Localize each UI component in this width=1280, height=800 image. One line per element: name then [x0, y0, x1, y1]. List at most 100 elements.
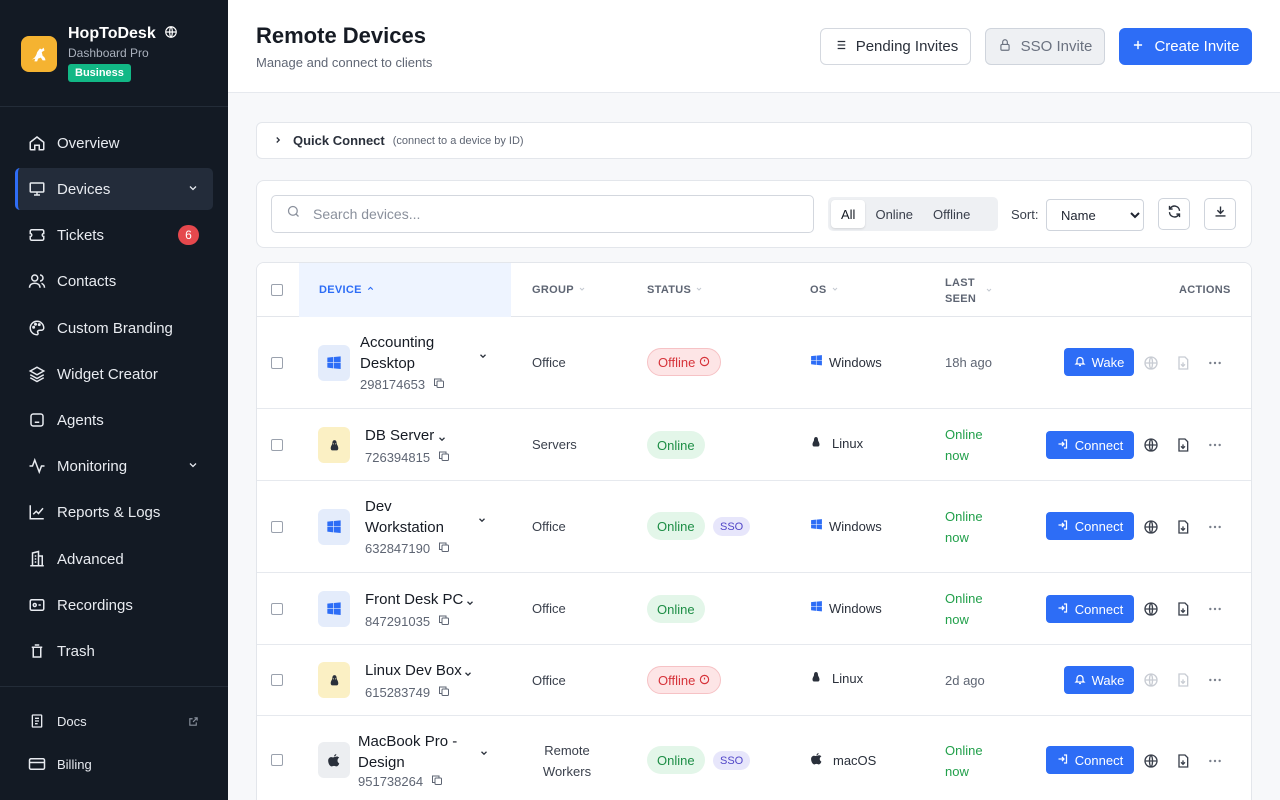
globe-icon[interactable] — [164, 25, 178, 44]
file-transfer-icon[interactable] — [1174, 600, 1192, 618]
create-invite-button[interactable]: Create Invite — [1119, 28, 1252, 65]
web-access-icon[interactable] — [1142, 436, 1160, 454]
row-checkbox[interactable] — [271, 357, 283, 369]
sidebar-item-reports-logs[interactable]: Reports & Logs — [15, 491, 213, 533]
web-access-icon[interactable] — [1142, 518, 1160, 536]
quick-connect-title: Quick Connect — [293, 133, 385, 148]
search-input[interactable] — [313, 206, 793, 222]
quick-connect-toggle[interactable]: Quick Connect (connect to a device by ID… — [256, 122, 1252, 159]
windows-icon — [318, 509, 350, 545]
connect-button[interactable]: Connect — [1046, 512, 1134, 540]
table-row[interactable]: Front Desk PC 847291035 Office Online Wi… — [257, 573, 1251, 645]
device-name[interactable]: DB Server — [365, 425, 434, 446]
row-checkbox[interactable] — [271, 439, 283, 451]
sort-select[interactable]: Name — [1046, 199, 1144, 231]
filter-offline-button[interactable]: Offline — [923, 200, 980, 228]
table-row[interactable]: DB Server 726394815 Servers Online Linux… — [257, 409, 1251, 481]
users-icon — [28, 272, 46, 290]
column-status[interactable]: STATUS — [647, 284, 703, 296]
filter-all-button[interactable]: All — [831, 200, 866, 228]
column-group[interactable]: GROUP — [532, 284, 586, 296]
more-options-icon[interactable] — [1206, 354, 1224, 372]
chevron-down-icon[interactable] — [478, 348, 488, 366]
web-access-icon[interactable] — [1142, 752, 1160, 770]
sso-invite-button[interactable]: SSO Invite — [985, 28, 1105, 65]
row-checkbox[interactable] — [271, 754, 283, 766]
sidebar-item-widget-creator[interactable]: Widget Creator — [15, 353, 213, 395]
status-text: Offline — [658, 354, 696, 370]
sidebar-item-contacts[interactable]: Contacts — [15, 260, 213, 302]
device-name[interactable]: Linux Dev Box — [365, 660, 462, 681]
pending-invites-button[interactable]: Pending Invites — [820, 28, 971, 65]
sidebar-item-monitoring[interactable]: Monitoring — [15, 445, 213, 487]
more-options-icon[interactable] — [1206, 518, 1224, 536]
file-transfer-icon[interactable] — [1174, 518, 1192, 536]
last-seen: Online now — [945, 509, 983, 545]
filter-online-button[interactable]: Online — [865, 200, 923, 228]
device-name[interactable]: Front Desk PC — [365, 589, 463, 610]
chevron-down-icon[interactable] — [437, 431, 447, 449]
row-checkbox[interactable] — [271, 674, 283, 686]
column-os[interactable]: OS — [810, 284, 839, 296]
device-name[interactable]: Accounting Desktop — [360, 332, 470, 374]
wake-button[interactable]: Wake — [1064, 348, 1134, 376]
row-checkbox[interactable] — [271, 603, 283, 615]
linux-icon — [810, 671, 822, 686]
sidebar-item-custom-branding[interactable]: Custom Branding — [15, 307, 213, 349]
refresh-button[interactable] — [1158, 198, 1190, 230]
more-options-icon[interactable] — [1206, 436, 1224, 454]
file-transfer-icon[interactable] — [1174, 354, 1192, 372]
sidebar-item-advanced[interactable]: Advanced — [15, 538, 213, 580]
action-label: Wake — [1091, 672, 1125, 688]
column-last-seen[interactable]: LAST SEEN — [945, 275, 1005, 307]
sidebar-item-trash[interactable]: Trash — [15, 630, 213, 672]
more-options-icon[interactable] — [1206, 752, 1224, 770]
sidebar-item-label: Monitoring — [57, 457, 128, 475]
copy-icon[interactable] — [433, 377, 445, 392]
wake-button[interactable]: Wake — [1064, 666, 1134, 694]
sidebar-item-tickets[interactable]: Tickets 6 — [15, 214, 213, 256]
connect-button[interactable]: Connect — [1046, 595, 1134, 623]
chevron-down-icon[interactable] — [465, 595, 475, 613]
file-transfer-icon[interactable] — [1174, 671, 1192, 689]
select-all-checkbox[interactable] — [271, 284, 283, 296]
file-transfer-icon[interactable] — [1174, 752, 1192, 770]
sidebar-item-recordings[interactable]: Recordings — [15, 584, 213, 626]
web-access-icon[interactable] — [1142, 600, 1160, 618]
copy-icon[interactable] — [438, 685, 450, 700]
connect-button[interactable]: Connect — [1046, 431, 1134, 459]
column-device[interactable]: DEVICE — [299, 263, 511, 317]
chevron-down-icon[interactable] — [477, 512, 487, 530]
device-name[interactable]: MacBook Pro - Design — [358, 731, 473, 773]
web-access-icon[interactable] — [1142, 671, 1160, 689]
table-row[interactable]: Linux Dev Box 615283749 Office Offline L… — [257, 645, 1251, 716]
device-id: 847291035 — [365, 614, 450, 629]
copy-icon[interactable] — [431, 774, 443, 789]
copy-icon[interactable] — [438, 614, 450, 629]
column-label: STATUS — [647, 284, 692, 296]
web-access-icon[interactable] — [1142, 354, 1160, 372]
file-transfer-icon[interactable] — [1174, 436, 1192, 454]
row-checkbox[interactable] — [271, 521, 283, 533]
device-os: Windows — [810, 518, 882, 534]
chevron-down-icon[interactable] — [463, 666, 473, 684]
chevron-down-icon[interactable] — [479, 745, 489, 763]
download-button[interactable] — [1204, 198, 1236, 230]
sidebar-item-overview[interactable]: Overview — [15, 122, 213, 164]
connect-button[interactable]: Connect — [1046, 746, 1134, 774]
table-row[interactable]: MacBook Pro - Design 951738264 Remote Wo… — [257, 716, 1251, 800]
table-row[interactable]: Dev Workstation 632847190 Office Online … — [257, 481, 1251, 573]
device-os: macOS — [810, 752, 876, 768]
sidebar-item-agents[interactable]: Agents — [15, 399, 213, 441]
device-name[interactable]: Dev Workstation — [365, 496, 455, 538]
copy-icon[interactable] — [438, 450, 450, 465]
ticket-icon — [28, 226, 46, 244]
copy-icon[interactable] — [438, 541, 450, 556]
linux-icon — [318, 662, 350, 698]
table-row[interactable]: Accounting Desktop 298174653 Office Offl… — [257, 317, 1251, 409]
more-options-icon[interactable] — [1206, 600, 1224, 618]
sidebar-item-devices[interactable]: Devices — [15, 168, 213, 210]
sidebar-item-billing[interactable]: Billing — [15, 746, 213, 782]
sidebar-item-docs[interactable]: Docs — [15, 703, 213, 739]
more-options-icon[interactable] — [1206, 671, 1224, 689]
